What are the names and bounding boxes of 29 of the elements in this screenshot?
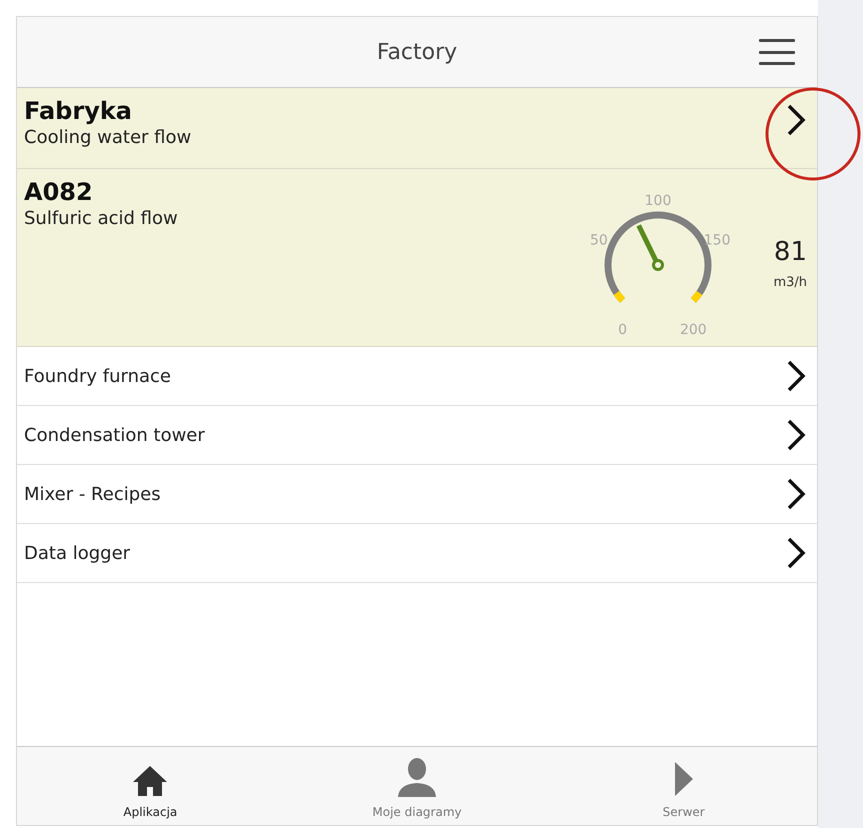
play-icon	[674, 761, 694, 797]
nav-tab[interactable]: Aplikacja	[17, 747, 284, 825]
chevron-right-icon	[786, 536, 806, 570]
row-title: A082	[24, 177, 94, 207]
row-subtitle: Cooling water flow	[24, 126, 192, 150]
gauge-needle	[636, 224, 664, 271]
gauge-tick-label: 50	[590, 232, 608, 248]
screen-title: Factory	[376, 40, 458, 64]
list-item-label: Foundry furnace	[24, 366, 172, 386]
chevron-right-icon	[786, 103, 806, 137]
chevron-right-icon	[786, 359, 806, 393]
row-subtitle: Sulfuric acid flow	[24, 207, 179, 231]
gauge-tick-label: 200	[680, 322, 708, 338]
gauge-value: 81	[774, 236, 807, 266]
nav-tab[interactable]: Moje diagramy	[284, 747, 550, 825]
gauge-tick-label: 100	[645, 192, 672, 209]
user-icon	[397, 757, 437, 797]
row-title: Fabryka	[24, 96, 133, 126]
gauge-tick-label: 150	[704, 232, 731, 248]
list-item-label: Condensation tower	[24, 424, 206, 446]
gauge-unit: m3/h	[773, 274, 807, 290]
nav-tab[interactable]: Serwer	[550, 747, 818, 825]
home-icon	[132, 765, 168, 797]
menu-button[interactable]	[759, 39, 795, 65]
chevron-right-icon	[786, 418, 806, 452]
list-item-label: Data logger	[24, 542, 132, 564]
list-item-label: Mixer - Recipes	[24, 484, 162, 504]
chevron-right-icon	[786, 477, 806, 511]
gauge-tick-label: 0	[618, 322, 628, 338]
